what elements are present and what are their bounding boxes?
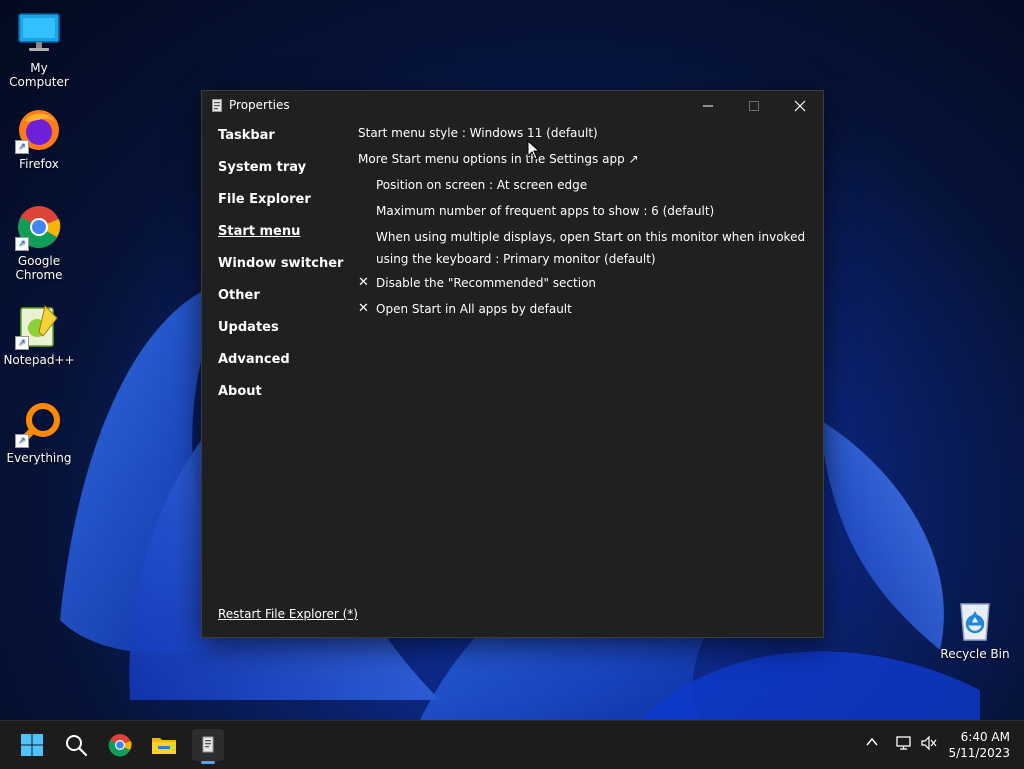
taskbar-file-explorer[interactable] bbox=[148, 729, 180, 761]
properties-window: Properties Taskbar System tray File Expl… bbox=[201, 90, 824, 638]
desktop-icon-label: Recycle Bin bbox=[940, 647, 1010, 661]
active-indicator bbox=[201, 761, 215, 764]
magnifier-icon: ↗ bbox=[15, 400, 63, 448]
desktop-icon-label: My Computer bbox=[9, 61, 69, 89]
minimize-button[interactable] bbox=[685, 91, 731, 121]
setting-label: Disable the "Recommended" section bbox=[376, 276, 597, 290]
monitor-icon bbox=[15, 10, 63, 58]
sidebar-item-advanced[interactable]: Advanced bbox=[218, 351, 348, 383]
network-icon[interactable] bbox=[895, 735, 913, 751]
window-title: Properties bbox=[229, 98, 290, 112]
search-button[interactable] bbox=[60, 729, 92, 761]
setting-multiple-displays[interactable]: When using multiple displays, open Start… bbox=[358, 226, 808, 274]
shortcut-arrow-icon: ↗ bbox=[15, 434, 29, 448]
setting-start-menu-style[interactable]: Start menu style : Windows 11 (default) bbox=[358, 124, 808, 150]
close-button[interactable] bbox=[777, 91, 823, 121]
desktop-icon-label: Google Chrome bbox=[15, 254, 63, 282]
sidebar-item-other[interactable]: Other bbox=[218, 287, 348, 319]
link-more-start-options[interactable]: More Start menu options in the Settings … bbox=[358, 150, 808, 176]
taskbar-properties-app[interactable] bbox=[192, 729, 224, 764]
sidebar-item-updates[interactable]: Updates bbox=[218, 319, 348, 351]
volume-muted-icon[interactable] bbox=[920, 735, 938, 751]
desktop-icon-label: Notepad++ bbox=[3, 353, 75, 367]
maximize-button[interactable] bbox=[731, 91, 777, 121]
chevron-up-icon[interactable] bbox=[865, 735, 879, 749]
sidebar-item-start-menu[interactable]: Start menu bbox=[218, 223, 348, 255]
app-icon bbox=[212, 99, 222, 112]
desktop-icon-firefox[interactable]: ↗ Firefox bbox=[0, 106, 78, 171]
sidebar-item-taskbar[interactable]: Taskbar bbox=[218, 127, 348, 159]
setting-position-on-screen[interactable]: Position on screen : At screen edge bbox=[358, 176, 808, 202]
shortcut-arrow-icon: ↗ bbox=[15, 140, 29, 154]
mouse-cursor-icon bbox=[527, 140, 541, 160]
desktop-icon-my-computer[interactable]: My Computer bbox=[0, 10, 78, 89]
minimize-icon bbox=[703, 105, 713, 107]
check-x-icon: ✕ bbox=[358, 275, 369, 290]
desktop-icon-label: Everything bbox=[6, 451, 72, 465]
sidebar-nav: Taskbar System tray File Explorer Start … bbox=[218, 127, 348, 415]
close-icon bbox=[794, 100, 806, 112]
desktop-icon-google-chrome[interactable]: ↗ Google Chrome bbox=[0, 203, 78, 282]
sidebar-item-file-explorer[interactable]: File Explorer bbox=[218, 191, 348, 223]
chrome-icon bbox=[108, 734, 132, 757]
app-icon bbox=[202, 736, 214, 753]
search-icon bbox=[66, 735, 88, 757]
check-x-icon: ✕ bbox=[358, 301, 369, 316]
setting-label: Open Start in All apps by default bbox=[376, 302, 572, 316]
shortcut-arrow-icon: ↗ bbox=[15, 237, 29, 251]
clock-date: 5/11/2023 bbox=[948, 746, 1010, 760]
taskbar: 6:40 AM 5/11/2023 bbox=[0, 720, 1024, 769]
sidebar-item-window-switcher[interactable]: Window switcher bbox=[218, 255, 348, 287]
desktop-icon-everything[interactable]: ↗ Everything bbox=[0, 400, 78, 465]
recycle-bin-icon bbox=[951, 596, 999, 644]
sidebar-item-about[interactable]: About bbox=[218, 383, 348, 415]
desktop-icon-notepadpp[interactable]: ↗ Notepad++ bbox=[0, 302, 78, 367]
folder-icon bbox=[152, 738, 176, 754]
chrome-icon: ↗ bbox=[15, 203, 63, 251]
setting-disable-recommended[interactable]: ✕ Disable the "Recommended" section bbox=[358, 274, 808, 300]
desktop: My Computer ↗ Firefox ↗ Google Chrome ↗ … bbox=[0, 0, 1024, 720]
desktop-icon-label: Firefox bbox=[19, 157, 59, 171]
firefox-icon: ↗ bbox=[15, 106, 63, 154]
start-button[interactable] bbox=[16, 729, 48, 761]
maximize-icon bbox=[749, 101, 759, 111]
title-bar[interactable]: Properties bbox=[202, 91, 823, 121]
desktop-icon-recycle-bin[interactable]: Recycle Bin bbox=[936, 596, 1014, 661]
system-clock[interactable]: 6:40 AM 5/11/2023 bbox=[948, 729, 1010, 761]
sidebar-item-system-tray[interactable]: System tray bbox=[218, 159, 348, 191]
setting-open-all-apps[interactable]: ✕ Open Start in All apps by default bbox=[358, 300, 808, 326]
notepadpp-icon: ↗ bbox=[15, 302, 63, 350]
taskbar-chrome[interactable] bbox=[104, 729, 136, 761]
settings-panel: Start menu style : Windows 11 (default) … bbox=[358, 124, 808, 326]
clock-time: 6:40 AM bbox=[960, 730, 1010, 744]
restart-file-explorer-link[interactable]: Restart File Explorer (*) bbox=[218, 607, 358, 621]
windows-logo-icon bbox=[21, 734, 43, 756]
setting-max-frequent-apps[interactable]: Maximum number of frequent apps to show … bbox=[358, 202, 808, 228]
shortcut-arrow-icon: ↗ bbox=[15, 336, 29, 350]
